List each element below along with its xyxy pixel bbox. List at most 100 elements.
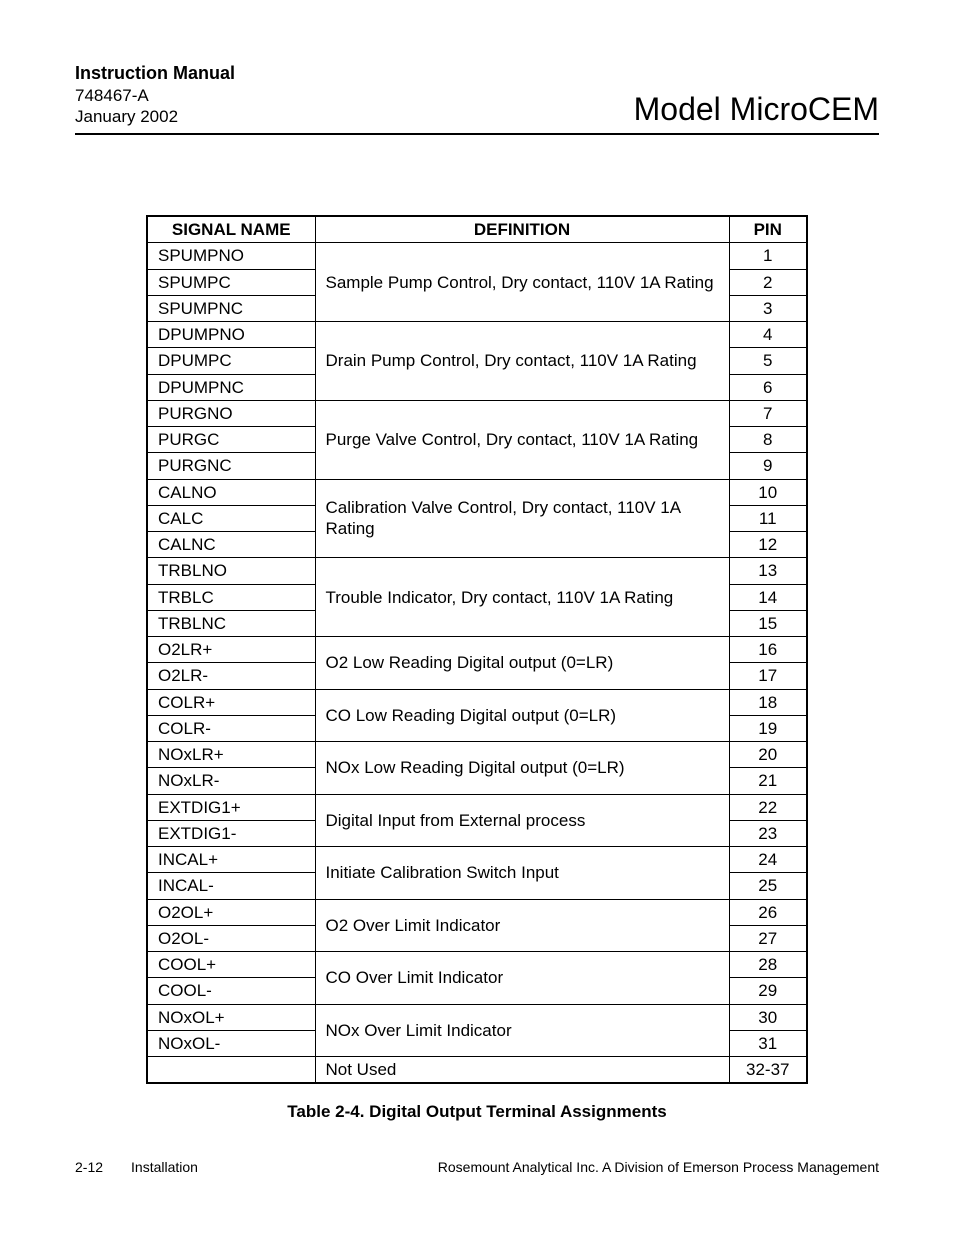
signal-cell: CALC xyxy=(147,505,315,531)
table-container: SIGNAL NAMEDEFINITIONPINSPUMPNOSample Pu… xyxy=(146,215,808,1122)
pin-cell: 3 xyxy=(729,295,807,321)
signal-cell: SPUMPNO xyxy=(147,243,315,269)
signal-cell: CALNO xyxy=(147,479,315,505)
pin-cell: 32-37 xyxy=(729,1057,807,1084)
pin-cell: 29 xyxy=(729,978,807,1004)
pin-cell: 1 xyxy=(729,243,807,269)
pin-cell: 15 xyxy=(729,610,807,636)
definition-cell: Not Used xyxy=(315,1057,729,1084)
model-name: Model MicroCEM xyxy=(634,93,879,127)
pin-cell: 6 xyxy=(729,374,807,400)
signal-cell: COOL+ xyxy=(147,952,315,978)
table-row: NOxLR+NOx Low Reading Digital output (0=… xyxy=(147,742,807,768)
signal-cell: NOxOL- xyxy=(147,1030,315,1056)
signal-cell: NOxLR+ xyxy=(147,742,315,768)
page-footer: 2-12 Installation Rosemount Analytical I… xyxy=(75,1159,879,1175)
table-row: TRBLNOTrouble Indicator, Dry contact, 11… xyxy=(147,558,807,584)
table-row: PURGNOPurge Valve Control, Dry contact, … xyxy=(147,400,807,426)
signal-cell: DPUMPNO xyxy=(147,322,315,348)
footer-left: 2-12 Installation xyxy=(75,1159,198,1175)
pin-cell: 23 xyxy=(729,820,807,846)
definition-cell: CO Over Limit Indicator xyxy=(315,952,729,1005)
pin-cell: 20 xyxy=(729,742,807,768)
signal-cell: PURGC xyxy=(147,427,315,453)
doc-number: 748467-A xyxy=(75,85,235,106)
pin-cell: 10 xyxy=(729,479,807,505)
signal-cell: NOxLR- xyxy=(147,768,315,794)
definition-cell: NOx Low Reading Digital output (0=LR) xyxy=(315,742,729,795)
pin-cell: 18 xyxy=(729,689,807,715)
signal-cell: PURGNO xyxy=(147,400,315,426)
pin-cell: 30 xyxy=(729,1004,807,1030)
table-row: SPUMPNOSample Pump Control, Dry contact,… xyxy=(147,243,807,269)
pin-cell: 9 xyxy=(729,453,807,479)
signal-cell: O2OL+ xyxy=(147,899,315,925)
header-left: Instruction Manual 748467-A January 2002 xyxy=(75,62,235,127)
definition-cell: Sample Pump Control, Dry contact, 110V 1… xyxy=(315,243,729,322)
table-row: CALNOCalibration Valve Control, Dry cont… xyxy=(147,479,807,505)
pin-cell: 12 xyxy=(729,532,807,558)
signal-cell: INCAL- xyxy=(147,873,315,899)
signal-cell: COLR- xyxy=(147,715,315,741)
definition-cell: Calibration Valve Control, Dry contact, … xyxy=(315,479,729,558)
pin-cell: 17 xyxy=(729,663,807,689)
terminal-assignments-table: SIGNAL NAMEDEFINITIONPINSPUMPNOSample Pu… xyxy=(146,215,808,1084)
signal-cell: EXTDIG1+ xyxy=(147,794,315,820)
signal-cell: PURGNC xyxy=(147,453,315,479)
definition-cell: Digital Input from External process xyxy=(315,794,729,847)
definition-cell: O2 Low Reading Digital output (0=LR) xyxy=(315,637,729,690)
col-header-definition: DEFINITION xyxy=(315,216,729,243)
pin-cell: 24 xyxy=(729,847,807,873)
signal-cell: O2LR+ xyxy=(147,637,315,663)
signal-cell: SPUMPC xyxy=(147,269,315,295)
pin-cell: 2 xyxy=(729,269,807,295)
pin-cell: 5 xyxy=(729,348,807,374)
table-row: DPUMPNODrain Pump Control, Dry contact, … xyxy=(147,322,807,348)
signal-cell: CALNC xyxy=(147,532,315,558)
table-caption: Table 2-4. Digital Output Terminal Assig… xyxy=(146,1102,808,1122)
table-row: O2OL+O2 Over Limit Indicator26 xyxy=(147,899,807,925)
signal-cell: DPUMPNC xyxy=(147,374,315,400)
table-row: COOL+CO Over Limit Indicator28 xyxy=(147,952,807,978)
pin-cell: 22 xyxy=(729,794,807,820)
pin-cell: 27 xyxy=(729,925,807,951)
section-name: Installation xyxy=(131,1159,198,1175)
definition-cell: Purge Valve Control, Dry contact, 110V 1… xyxy=(315,400,729,479)
signal-cell xyxy=(147,1057,315,1084)
definition-cell: CO Low Reading Digital output (0=LR) xyxy=(315,689,729,742)
signal-cell: INCAL+ xyxy=(147,847,315,873)
signal-cell: O2LR- xyxy=(147,663,315,689)
signal-cell: TRBLC xyxy=(147,584,315,610)
pin-cell: 11 xyxy=(729,505,807,531)
pin-cell: 4 xyxy=(729,322,807,348)
signal-cell: DPUMPC xyxy=(147,348,315,374)
table-row: Not Used32-37 xyxy=(147,1057,807,1084)
doc-date: January 2002 xyxy=(75,106,235,127)
table-row: O2LR+O2 Low Reading Digital output (0=LR… xyxy=(147,637,807,663)
pin-cell: 13 xyxy=(729,558,807,584)
definition-cell: NOx Over Limit Indicator xyxy=(315,1004,729,1057)
table-row: NOxOL+NOx Over Limit Indicator30 xyxy=(147,1004,807,1030)
page-number: 2-12 xyxy=(75,1159,103,1175)
pin-cell: 26 xyxy=(729,899,807,925)
signal-cell: TRBLNO xyxy=(147,558,315,584)
pin-cell: 7 xyxy=(729,400,807,426)
table-row: EXTDIG1+Digital Input from External proc… xyxy=(147,794,807,820)
pin-cell: 21 xyxy=(729,768,807,794)
definition-cell: Trouble Indicator, Dry contact, 110V 1A … xyxy=(315,558,729,637)
pin-cell: 25 xyxy=(729,873,807,899)
signal-cell: NOxOL+ xyxy=(147,1004,315,1030)
col-header-pin: PIN xyxy=(729,216,807,243)
signal-cell: TRBLNC xyxy=(147,610,315,636)
pin-cell: 16 xyxy=(729,637,807,663)
signal-cell: COOL- xyxy=(147,978,315,1004)
col-header-signal: SIGNAL NAME xyxy=(147,216,315,243)
definition-cell: O2 Over Limit Indicator xyxy=(315,899,729,952)
pin-cell: 14 xyxy=(729,584,807,610)
signal-cell: O2OL- xyxy=(147,925,315,951)
definition-cell: Initiate Calibration Switch Input xyxy=(315,847,729,900)
pin-cell: 28 xyxy=(729,952,807,978)
pin-cell: 8 xyxy=(729,427,807,453)
page: Instruction Manual 748467-A January 2002… xyxy=(0,0,954,1235)
pin-cell: 31 xyxy=(729,1030,807,1056)
